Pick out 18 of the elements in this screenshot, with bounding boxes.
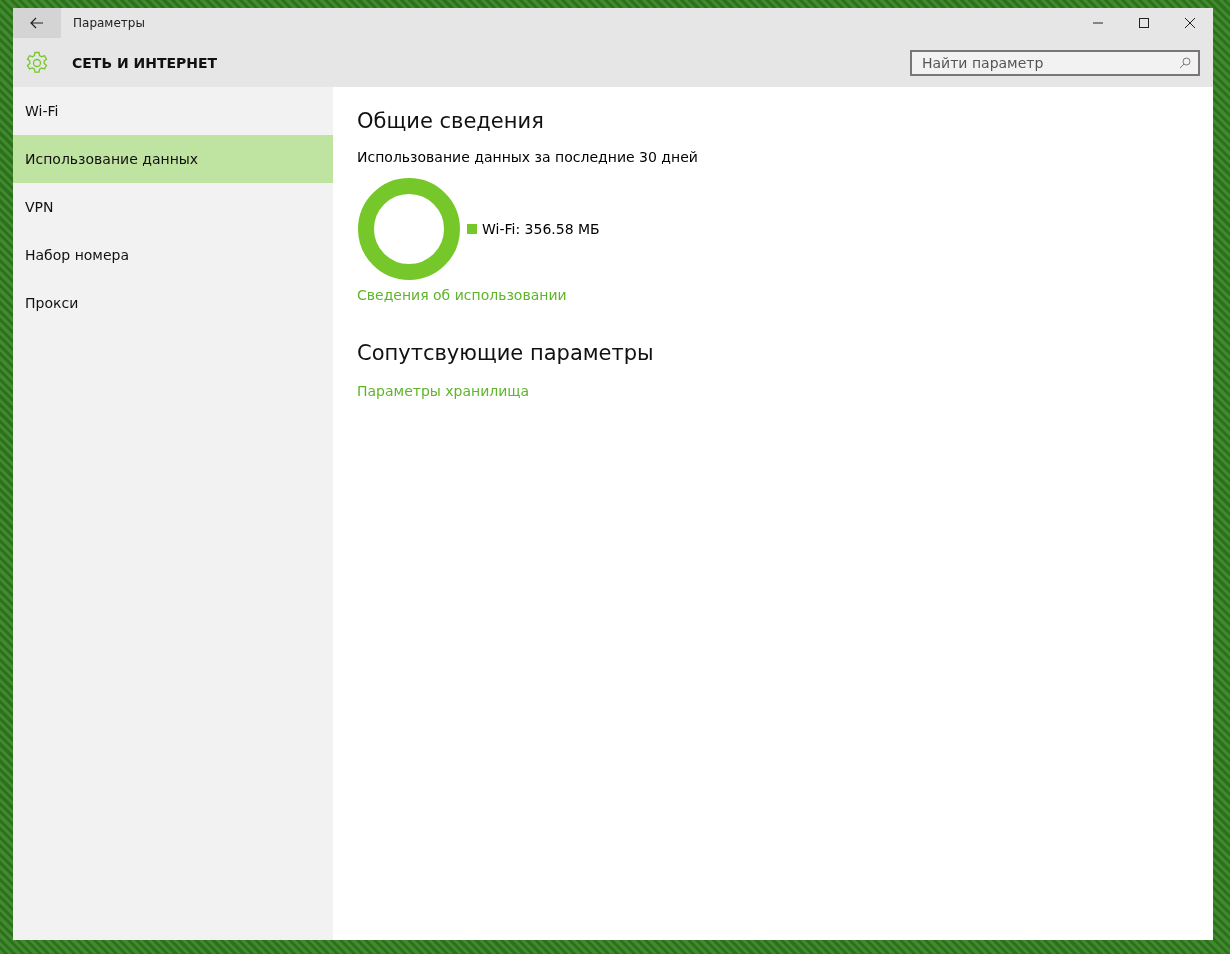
sidebar-item[interactable]: Использование данных bbox=[13, 135, 333, 183]
legend-label: Wi-Fi: 356.58 МБ bbox=[482, 221, 600, 237]
sidebar-item[interactable]: VPN bbox=[13, 183, 333, 231]
usage-period-label: Использование данных за последние 30 дней bbox=[357, 149, 698, 165]
maximize-icon bbox=[1139, 18, 1149, 28]
sidebar-item[interactable]: Wi-Fi bbox=[13, 87, 333, 135]
search-field[interactable]: Найти параметр bbox=[910, 49, 1200, 76]
window-title: Параметры bbox=[73, 16, 145, 30]
search-icon bbox=[1179, 56, 1191, 69]
section-heading: Сопутсвующие параметры bbox=[357, 341, 655, 365]
section-title: СЕТЬ И ИНТЕРНЕТ bbox=[72, 54, 218, 71]
sidebar-item[interactable]: Набор номера bbox=[13, 231, 333, 279]
back-button[interactable] bbox=[13, 8, 61, 38]
close-icon bbox=[1185, 18, 1195, 28]
section-heading: Общие сведения bbox=[357, 109, 545, 133]
sidebar-item[interactable]: Прокси bbox=[13, 279, 333, 327]
settings-icon bbox=[25, 50, 49, 75]
back-arrow-icon bbox=[30, 17, 44, 29]
